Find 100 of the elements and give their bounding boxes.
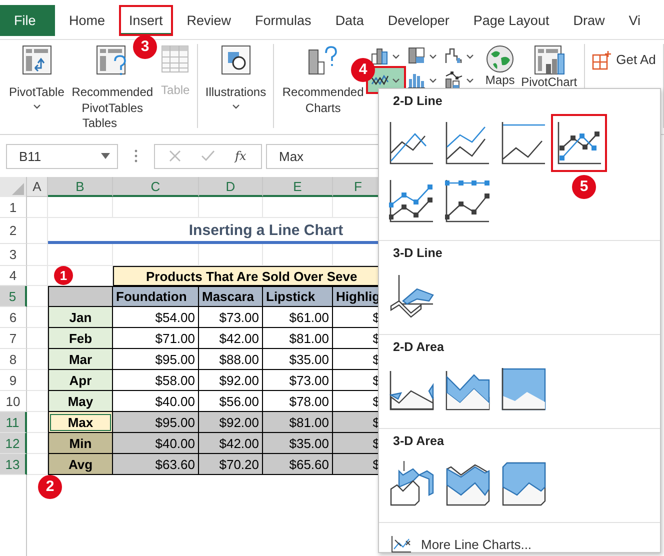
table-cell: $65.60 [263,454,333,475]
column-header[interactable]: E [263,177,333,197]
line-chart-icon [388,178,434,224]
step-badge: 4 [351,58,375,82]
sheet-cell[interactable] [27,197,48,218]
globe-icon [485,44,516,74]
cell-reference: B11 [19,148,42,164]
ribbon-tab[interactable]: Draw [563,5,615,36]
ribbon-button[interactable]: Get Ad [589,50,659,70]
table-cell: $54.00 [113,307,199,328]
section-heading: 3-D Line [392,245,444,262]
select-all-icon[interactable] [12,183,24,195]
waterfall-chart-icon [444,46,464,66]
row-label[interactable]: Min [48,433,113,454]
column-heading: Lipstick [263,286,333,307]
table-cell: $61.00 [263,307,333,328]
row-label[interactable]: Jan [48,307,113,328]
menu-item[interactable]: More Line Charts... [379,523,660,553]
sheet-cell[interactable] [48,244,113,266]
ribbon-tab[interactable]: Vi [618,5,650,36]
row-label[interactable]: Max [48,412,113,433]
ribbon-tab[interactable]: Formulas [245,5,322,36]
table-cell: $56.00 [199,391,263,412]
caret-icon [429,78,438,82]
sheet-cell[interactable] [48,197,113,218]
row-header[interactable]: 11 [0,412,27,433]
row-header[interactable]: 13 [0,454,27,475]
table-cell [48,286,113,307]
file-tab[interactable]: File [0,5,55,36]
ribbon-tab[interactable]: Page Layout [463,5,560,36]
add-ins-icon [592,50,612,70]
table-cell: $92.00 [199,370,263,391]
sheet-cell[interactable] [263,197,333,218]
group-label: Tables [81,116,118,130]
table-cell: $35.00 [263,349,333,370]
pivot-table-icon [20,44,53,76]
table-cell: $42.00 [199,433,263,454]
caret-icon [392,78,400,82]
column-header[interactable]: A [27,177,48,197]
sheet-cell[interactable] [113,197,199,218]
table-cell: $95.00 [113,412,199,433]
table-cell: $88.00 [199,349,263,370]
sheet-cell[interactable] [27,244,48,266]
ribbon-tab[interactable]: Insert [119,5,173,36]
section-heading: 2-D Area [392,339,445,356]
ribbon-button[interactable]: PivotTable [6,44,68,109]
ribbon-tab[interactable]: Home [59,5,116,36]
more-icon[interactable] [134,149,138,163]
ribbon-button[interactable]: PivotChart [518,44,580,89]
ribbon-button[interactable]: Maps [482,44,518,87]
row-label[interactable]: Mar [48,349,113,370]
row-header[interactable]: 7 [0,328,27,349]
table-cell: $78.00 [263,391,333,412]
line-chart-icon [556,120,602,166]
ribbon-tab[interactable]: Data [325,5,374,36]
row-label[interactable]: Feb [48,328,113,349]
row-header[interactable]: 5 [0,286,27,307]
ribbon-tab[interactable]: Developer [378,5,460,36]
caret-icon [392,54,400,58]
row-header[interactable]: 9 [0,370,27,391]
sheet-cell[interactable] [27,266,48,286]
caret-icon [466,54,474,58]
row-header[interactable]: 8 [0,349,27,370]
ribbon-button[interactable]: Illustrations [202,44,270,109]
table-cell: $81.00 [263,328,333,349]
chart-option[interactable] [551,114,607,172]
area-chart-icon [388,460,434,506]
line-chart-icon [388,120,434,166]
step-badge: 1 [54,266,73,285]
insert-function-button[interactable]: fx [235,149,246,163]
table-cell: $42.00 [199,328,263,349]
column-header[interactable]: C [113,177,199,197]
table-cell: $71.00 [113,328,199,349]
row-header[interactable]: 12 [0,433,27,454]
table-cell: $40.00 [113,391,199,412]
sheet-cell[interactable] [27,218,48,244]
area-chart-icon [500,366,546,412]
sheet-cell[interactable] [199,197,263,218]
row-header[interactable]: 6 [0,307,27,328]
row-label[interactable]: May [48,391,113,412]
line-chart-icon [391,535,411,553]
row-label[interactable]: Apr [48,370,113,391]
row-header[interactable]: 3 [0,244,27,266]
enter-icon[interactable] [201,150,215,162]
ribbon-tab[interactable]: Review [176,5,242,36]
column-heading: Foundation [113,286,199,307]
name-box[interactable]: B11 [6,144,118,168]
line-chart-icon [444,178,490,224]
cancel-icon[interactable] [169,150,181,162]
caret-icon [101,153,110,159]
row-header[interactable]: 1 [0,197,27,218]
table-cell: $70.20 [199,454,263,475]
row-header[interactable]: 2 [0,218,27,244]
column-chart-icon [370,46,390,66]
column-header[interactable]: B [48,177,113,197]
row-label[interactable]: Avg [48,454,113,475]
hierarchy-chart-icon [407,46,428,66]
column-header[interactable]: D [199,177,263,197]
table-cell: $73.00 [263,370,333,391]
table-cell: $35.00 [263,433,333,454]
